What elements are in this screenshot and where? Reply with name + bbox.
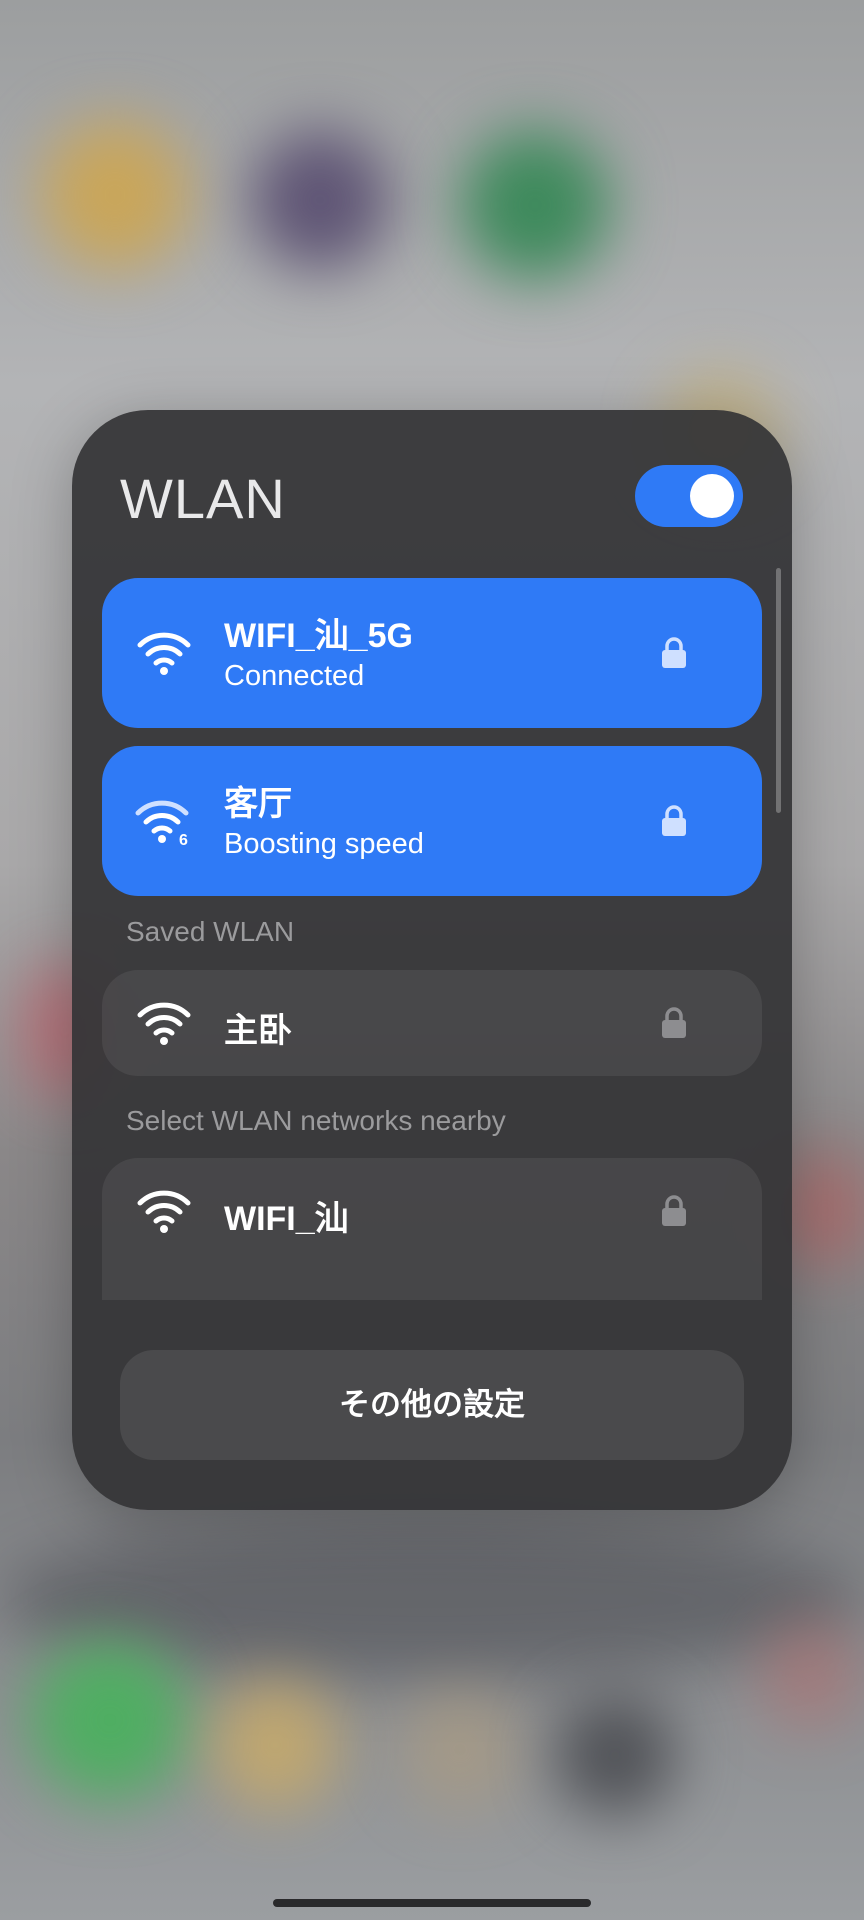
nearby-network-item[interactable]: WIFI_汕 [102,1158,762,1300]
network-item-connected[interactable]: WIFI_汕_5G Connected [102,578,762,728]
wifi-icon [137,632,191,675]
saved-network-item[interactable]: 主卧 [102,970,762,1076]
saved-section-header: Saved WLAN [126,916,295,947]
list-scrollbar[interactable] [776,568,781,813]
lock-icon [662,1007,686,1038]
network-status: Connected [224,660,365,692]
lock-icon [662,1195,686,1226]
lock-icon [662,637,686,668]
wlan-panel: WLAN WIFI_汕_5G Connected 6 客厅 Boosting s… [72,410,792,1510]
network-name: 主卧 [224,1012,292,1050]
network-item-boosting[interactable]: 6 客厅 Boosting speed [102,746,762,896]
network-name: WIFI_汕 [224,1200,349,1238]
network-name: 客厅 [224,785,292,823]
network-name: WIFI_汕_5G [224,617,413,655]
wifi-6-icon: 6 [135,800,189,849]
wlan-toggle[interactable] [635,465,743,527]
home-indicator[interactable] [273,1899,591,1907]
panel-title: WLAN [120,467,286,530]
wifi-icon [137,1190,191,1233]
more-settings-button[interactable]: その他の設定 [120,1350,744,1460]
network-status: Boosting speed [224,828,424,860]
svg-text:6: 6 [179,832,188,849]
toggle-knob [690,474,734,518]
network-list[interactable]: WIFI_汕_5G Connected 6 客厅 Boosting speed [72,568,792,1300]
wifi-icon [137,1002,191,1045]
lock-icon [662,805,686,836]
nearby-section-header: Select WLAN networks nearby [126,1105,506,1136]
